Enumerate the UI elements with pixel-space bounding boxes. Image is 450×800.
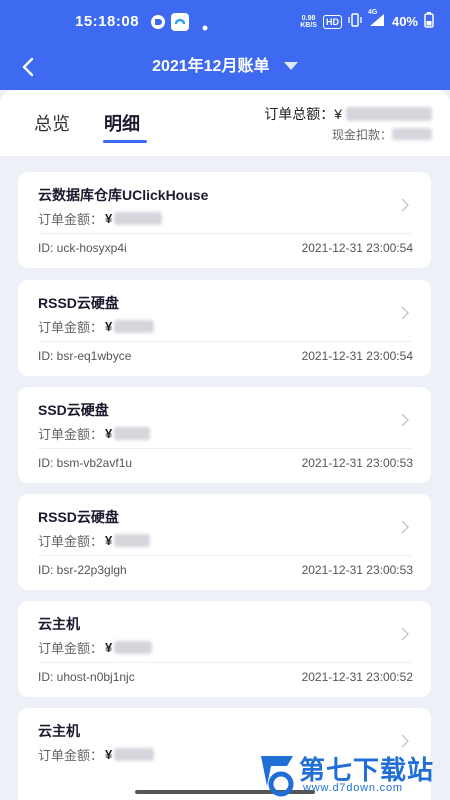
order-amount-redacted: [114, 212, 163, 225]
chevron-right-icon: [401, 627, 409, 646]
total-amount-redacted: [346, 107, 432, 121]
order-amount-redacted: [114, 320, 155, 333]
order-card[interactable]: 云数据库仓库UClickHouse 订单金额： ¥ ID: uck-hosyxp4…: [18, 172, 431, 268]
chevron-right-icon: [401, 306, 409, 325]
order-amount-redacted: [114, 641, 153, 654]
active-tab-indicator: [103, 140, 147, 143]
battery-icon: [424, 12, 434, 31]
app-notification-icon: [150, 14, 166, 35]
battery-percent: 40%: [391, 14, 418, 29]
page-title: 2021年12月账单: [152, 58, 270, 75]
status-time: 15:18:08: [75, 13, 140, 30]
chevron-right-icon: [401, 198, 409, 217]
order-amount-redacted: [114, 427, 151, 440]
order-id: ID: bsr-22p3glgh: [38, 563, 127, 577]
order-amount: 订单金额： ¥: [38, 424, 151, 443]
nav-bar: 2021年12月账单: [0, 44, 450, 90]
cash-deduction-label: 现金扣款：: [331, 127, 392, 142]
month-selector[interactable]: 2021年12月账单: [0, 52, 450, 76]
tab-overview[interactable]: 总览: [34, 110, 70, 136]
signal-icon: 4G: [368, 9, 386, 30]
vibrate-icon: [348, 13, 362, 30]
order-product-name: RSSD云硬盘: [38, 509, 119, 525]
order-time: 2021-12-31 23:00:53: [301, 456, 413, 470]
status-bar: 15:18:08 0.98 KB/S HD 4G 40%: [0, 0, 450, 44]
caret-down-icon: [283, 58, 298, 76]
order-card[interactable]: 云主机 订单金额： ¥ ID: uhost-n0bj1njc 2021-12-31…: [18, 601, 431, 697]
network-speed: 0.98 KB/S: [300, 14, 317, 29]
watermark-logo-icon: [257, 752, 297, 800]
order-time: 2021-12-31 23:00:54: [301, 241, 413, 255]
order-product-name: SSD云硬盘: [38, 402, 109, 418]
order-amount-redacted: [114, 748, 155, 761]
cash-deduction-redacted: [392, 128, 432, 140]
app-icon: [170, 12, 190, 37]
bill-summary: 订单总额：¥ 现金扣款：: [264, 104, 432, 144]
chevron-right-icon: [401, 520, 409, 539]
order-time: 2021-12-31 23:00:53: [301, 563, 413, 577]
order-time: 2021-12-31 23:00:52: [301, 670, 413, 684]
chevron-right-icon: [401, 413, 409, 432]
order-product-name: 云数据库仓库UClickHouse: [38, 187, 209, 203]
order-amount: 订单金额： ¥: [38, 209, 163, 228]
watermark: 第七下载站 www.d7down.com: [255, 750, 450, 800]
order-id: ID: bsm-vb2avf1u: [38, 456, 133, 470]
order-amount: 订单金额： ¥: [38, 638, 153, 657]
order-amount-redacted: [114, 534, 151, 547]
divider: [38, 662, 411, 663]
order-id: ID: uhost-n0bj1njc: [38, 670, 135, 684]
hd-badge: HD: [322, 14, 342, 29]
order-amount: 订单金额： ¥: [38, 531, 151, 550]
divider: [38, 555, 411, 556]
order-id: ID: bsr-eq1wbyce: [38, 349, 132, 363]
divider: [38, 233, 411, 234]
order-product-name: RSSD云硬盘: [38, 295, 119, 311]
order-card[interactable]: SSD云硬盘 订单金额： ¥ ID: bsm-vb2avf1u 2021-12-3…: [18, 387, 431, 483]
order-amount: 订单金额： ¥: [38, 317, 155, 336]
order-id: ID: uck-hosyxp4i: [38, 241, 127, 255]
order-time: 2021-12-31 23:00:54: [301, 349, 413, 363]
order-product-name: 云主机: [38, 723, 80, 739]
order-card[interactable]: RSSD云硬盘 订单金额： ¥ ID: bsr-22p3glgh 2021-12-…: [18, 494, 431, 590]
more-dot-icon: [202, 18, 208, 36]
total-amount-label: 订单总额：¥: [264, 106, 342, 122]
order-product-name: 云主机: [38, 616, 80, 632]
order-amount: 订单金额： ¥: [38, 745, 155, 764]
watermark-url: www.d7down.com: [303, 782, 403, 794]
order-card[interactable]: RSSD云硬盘 订单金额： ¥ ID: bsr-eq1wbyce 2021-12-…: [18, 280, 431, 376]
divider: [38, 448, 411, 449]
divider: [38, 341, 411, 342]
tab-details[interactable]: 明细: [104, 110, 140, 136]
